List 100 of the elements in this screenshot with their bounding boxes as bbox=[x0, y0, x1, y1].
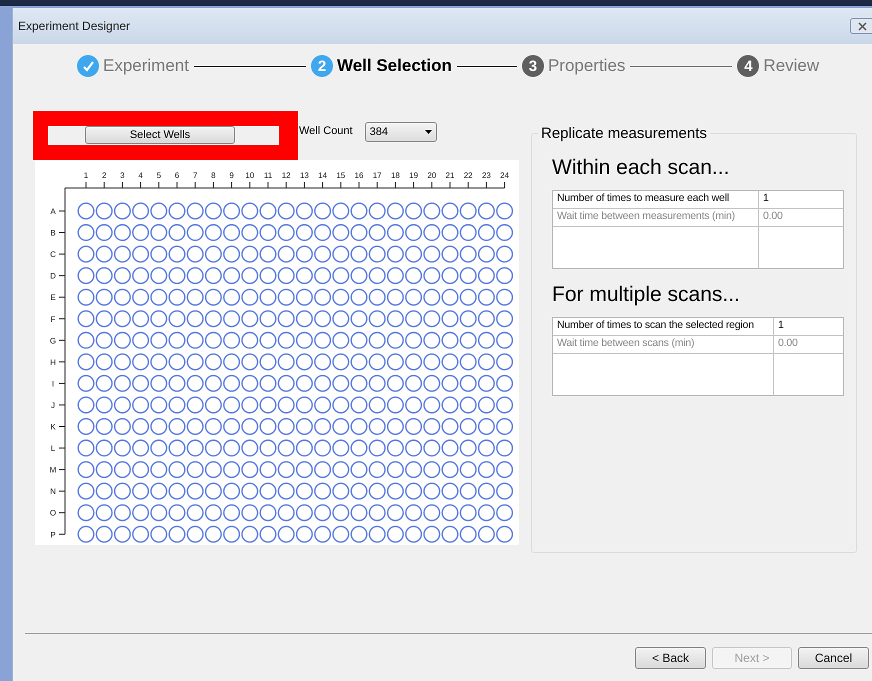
well-circle[interactable] bbox=[96, 396, 113, 414]
well-circle[interactable] bbox=[460, 396, 477, 414]
well-circle[interactable] bbox=[204, 504, 222, 522]
well-circle[interactable] bbox=[204, 526, 222, 543]
well-circle[interactable] bbox=[78, 418, 94, 435]
well-circle[interactable] bbox=[223, 288, 240, 306]
well-circle[interactable] bbox=[423, 461, 440, 478]
well-circle[interactable] bbox=[423, 288, 440, 306]
well-circle[interactable] bbox=[96, 288, 113, 306]
well-circle[interactable] bbox=[168, 310, 186, 328]
well-circle[interactable] bbox=[405, 202, 422, 220]
well-circle[interactable] bbox=[350, 332, 368, 349]
well-circle[interactable] bbox=[296, 332, 313, 349]
well-circle[interactable] bbox=[204, 396, 222, 414]
well-circle[interactable] bbox=[296, 418, 313, 435]
well-circle[interactable] bbox=[350, 224, 368, 242]
well-circle[interactable] bbox=[241, 482, 258, 500]
well-circle[interactable] bbox=[132, 482, 150, 500]
well-circle[interactable] bbox=[114, 440, 131, 457]
well-circle[interactable] bbox=[423, 202, 440, 220]
well-circle[interactable] bbox=[168, 526, 186, 543]
well-circle[interactable] bbox=[150, 246, 168, 263]
well-circle[interactable] bbox=[314, 224, 332, 242]
well-circle[interactable] bbox=[442, 440, 458, 457]
well-circle[interactable] bbox=[96, 246, 113, 263]
well-circle[interactable] bbox=[442, 246, 458, 263]
well-circle[interactable] bbox=[296, 526, 313, 543]
well-circle[interactable] bbox=[460, 526, 477, 543]
well-circle[interactable] bbox=[132, 504, 150, 522]
well-circle[interactable] bbox=[350, 267, 368, 284]
well-circle[interactable] bbox=[442, 202, 458, 220]
well-circle[interactable] bbox=[114, 374, 131, 392]
well-circle[interactable] bbox=[386, 461, 404, 478]
well-circle[interactable] bbox=[168, 246, 186, 263]
well-circle[interactable] bbox=[241, 504, 258, 522]
well-circle[interactable] bbox=[204, 288, 222, 306]
well-circle[interactable] bbox=[241, 396, 258, 414]
well-circle[interactable] bbox=[386, 482, 404, 500]
well-circle[interactable] bbox=[368, 396, 386, 414]
well-circle[interactable] bbox=[496, 461, 514, 478]
well-circle[interactable] bbox=[78, 353, 94, 370]
well-circle[interactable] bbox=[78, 374, 94, 392]
well-circle[interactable] bbox=[78, 526, 94, 543]
well-circle[interactable] bbox=[478, 224, 495, 242]
well-circle[interactable] bbox=[132, 246, 150, 263]
well-circle[interactable] bbox=[132, 461, 150, 478]
well-circle[interactable] bbox=[96, 353, 113, 370]
well-circle[interactable] bbox=[405, 332, 422, 349]
well-circle[interactable] bbox=[405, 288, 422, 306]
well-circle[interactable] bbox=[386, 267, 404, 284]
well-circle[interactable] bbox=[278, 440, 295, 457]
well-circle[interactable] bbox=[332, 396, 350, 414]
well-circle[interactable] bbox=[223, 202, 240, 220]
well-circle[interactable] bbox=[423, 418, 440, 435]
well-circle[interactable] bbox=[186, 440, 204, 457]
well-circle[interactable] bbox=[132, 267, 150, 284]
well-circle[interactable] bbox=[350, 504, 368, 522]
well-circle[interactable] bbox=[296, 310, 313, 328]
well-circle[interactable] bbox=[405, 396, 422, 414]
well-circle[interactable] bbox=[204, 224, 222, 242]
well-circle[interactable] bbox=[296, 202, 313, 220]
well-circle[interactable] bbox=[78, 332, 94, 349]
well-circle[interactable] bbox=[186, 267, 204, 284]
well-circle[interactable] bbox=[496, 288, 514, 306]
well-circle[interactable] bbox=[168, 461, 186, 478]
well-circle[interactable] bbox=[278, 504, 295, 522]
well-circle[interactable] bbox=[96, 482, 113, 500]
well-circle[interactable] bbox=[223, 504, 240, 522]
well-circle[interactable] bbox=[260, 504, 276, 522]
well-circle[interactable] bbox=[278, 396, 295, 414]
well-circle[interactable] bbox=[241, 374, 258, 392]
well-circle[interactable] bbox=[423, 526, 440, 543]
well-circle[interactable] bbox=[350, 288, 368, 306]
well-circle[interactable] bbox=[368, 267, 386, 284]
well-circle[interactable] bbox=[332, 482, 350, 500]
well-circle[interactable] bbox=[168, 353, 186, 370]
well-circle[interactable] bbox=[332, 332, 350, 349]
well-circle[interactable] bbox=[350, 310, 368, 328]
well-circle[interactable] bbox=[132, 332, 150, 349]
setting-value[interactable]: 1 bbox=[774, 318, 843, 336]
well-circle[interactable] bbox=[114, 224, 131, 242]
well-circle[interactable] bbox=[423, 246, 440, 263]
well-circle[interactable] bbox=[368, 374, 386, 392]
well-circle[interactable] bbox=[186, 288, 204, 306]
well-circle[interactable] bbox=[150, 267, 168, 284]
well-circle[interactable] bbox=[260, 396, 276, 414]
well-circle[interactable] bbox=[496, 418, 514, 435]
well-circle[interactable] bbox=[405, 440, 422, 457]
well-circle[interactable] bbox=[296, 246, 313, 263]
well-circle[interactable] bbox=[442, 288, 458, 306]
well-circle[interactable] bbox=[478, 267, 495, 284]
well-circle[interactable] bbox=[96, 332, 113, 349]
well-circle[interactable] bbox=[241, 332, 258, 349]
well-circle[interactable] bbox=[96, 267, 113, 284]
well-circle[interactable] bbox=[423, 482, 440, 500]
well-circle[interactable] bbox=[478, 526, 495, 543]
well-count-dropdown[interactable]: 384 bbox=[364, 122, 437, 142]
well-circle[interactable] bbox=[460, 504, 477, 522]
well-circle[interactable] bbox=[405, 224, 422, 242]
well-circle[interactable] bbox=[460, 332, 477, 349]
